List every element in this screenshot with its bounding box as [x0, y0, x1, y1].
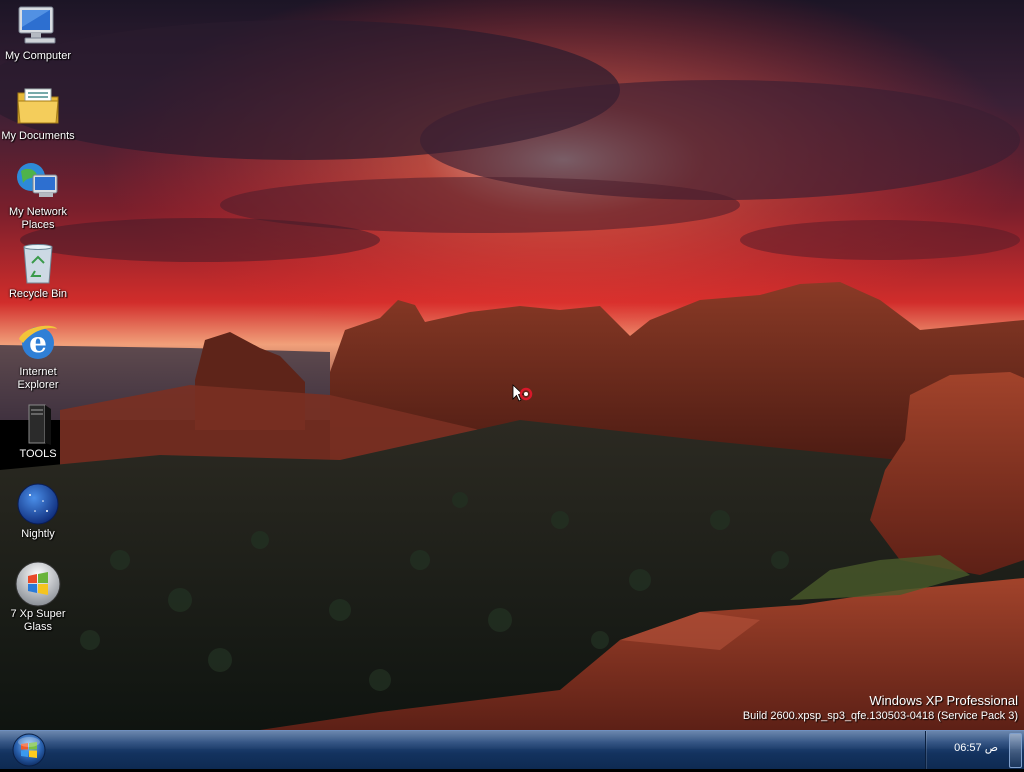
desktop-icon-label: My Network Places: [8, 206, 68, 231]
desktop-icon-my-documents[interactable]: My Documents: [0, 84, 76, 160]
desktop-icon-7-xp-super-glass[interactable]: 7 Xp Super Glass: [0, 561, 76, 644]
taskbar: 06:57 ص: [0, 730, 1024, 769]
taskbar-shine: [0, 731, 1024, 749]
desktop-icon-nightly[interactable]: Nightly: [0, 482, 76, 558]
desktop-icon-recycle-bin[interactable]: Recycle Bin: [0, 242, 76, 318]
taskbar-clock[interactable]: 06:57 ص: [954, 741, 998, 754]
tools-icon: [14, 402, 62, 446]
windows-version-watermark: Windows XP Professional Build 2600.xpsp_…: [743, 692, 1018, 724]
desktop-icon-tools[interactable]: TOOLS: [0, 402, 76, 478]
notification-area: 06:57 ص: [925, 731, 1024, 769]
start-button[interactable]: [10, 732, 48, 768]
desktop-icon-label: 7 Xp Super Glass: [10, 608, 66, 633]
desktop-wallpaper: [0, 0, 1024, 730]
show-desktop-button[interactable]: [1009, 733, 1022, 768]
nightly-icon: [14, 482, 62, 526]
desktop-icon-label: TOOLS: [19, 448, 57, 460]
my-computer-icon: [14, 4, 62, 48]
desktop-icon-label: Internet Explorer: [17, 366, 59, 391]
my-documents-icon: [14, 84, 62, 128]
desktop-icon-my-computer[interactable]: My Computer: [0, 4, 76, 80]
desktop-icon-internet-explorer[interactable]: e Internet Explorer: [0, 320, 76, 402]
desktop-icon-my-network-places[interactable]: My Network Places: [0, 160, 76, 242]
busy-cursor: [512, 384, 542, 410]
windows-start-orb-icon: [12, 733, 46, 767]
desktop-icon-label: My Documents: [1, 130, 75, 142]
internet-explorer-icon: e: [14, 320, 62, 364]
os-name: Windows XP Professional: [869, 693, 1018, 708]
os-build: Build 2600.xpsp_sp3_qfe.130503-0418 (Ser…: [742, 710, 1018, 722]
my-network-places-icon: [14, 160, 62, 204]
desktop-icon-label: Recycle Bin: [8, 288, 68, 300]
desktop-icon-label: My Computer: [4, 50, 72, 62]
recycle-bin-icon: [14, 242, 62, 286]
desktop-icon-label: Nightly: [21, 528, 55, 540]
windows-logo-icon: [14, 561, 62, 607]
